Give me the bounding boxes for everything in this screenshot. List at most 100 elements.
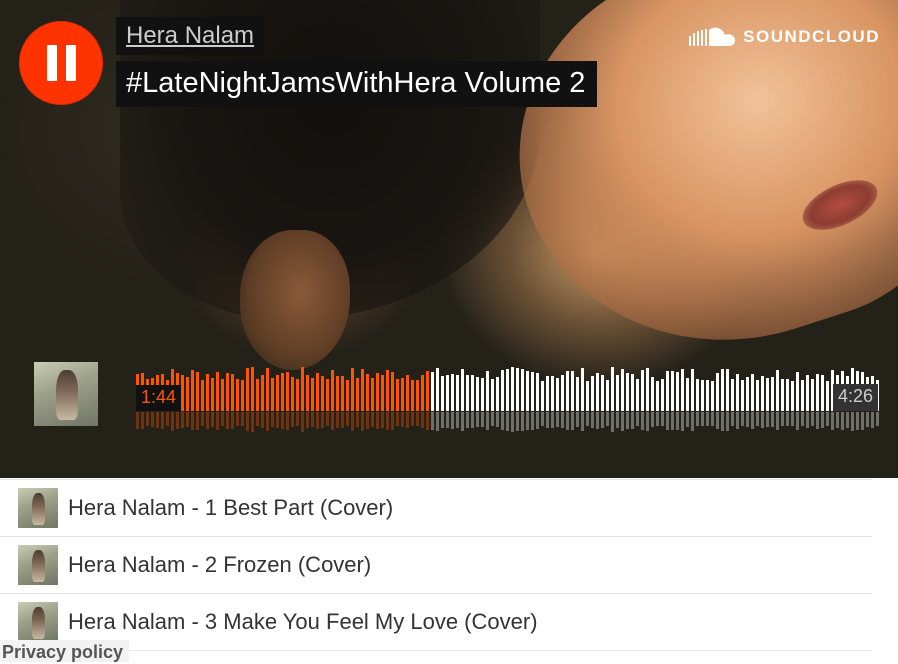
waveform-bar-reflection: [371, 412, 374, 427]
waveform-bar: [801, 380, 804, 411]
waveform-bar-reflection: [326, 412, 329, 426]
waveform-bar-reflection: [761, 412, 764, 428]
waveform-bar: [706, 380, 709, 411]
waveform-bar-reflection: [706, 412, 709, 426]
waveform-bar-reflection: [666, 412, 669, 430]
waveform-bar-reflection: [826, 412, 829, 426]
track-label: Hera Nalam - 2 Frozen (Cover): [68, 552, 372, 577]
waveform-bar-reflection: [181, 412, 184, 428]
waveform-bar-reflection: [231, 412, 234, 429]
waveform-bar: [446, 375, 449, 411]
waveform-bar-reflection: [431, 412, 434, 430]
waveform-bar: [496, 377, 499, 411]
waveform-bar: [356, 378, 359, 411]
waveform-bar: [401, 378, 404, 411]
waveform-bar-reflection: [731, 412, 734, 426]
waveform-bar: [826, 381, 829, 411]
waveform-bar-reflection: [246, 412, 249, 431]
waveform-bar: [196, 372, 199, 411]
track-list-item-1[interactable]: Hera Nalam - 1 Best Part (Cover): [0, 480, 872, 537]
pause-icon: [46, 45, 76, 81]
waveform-bar: [306, 375, 309, 411]
waveform-bar: [426, 371, 429, 411]
waveform-bar-reflection: [191, 412, 194, 430]
waveform-bar-reflection: [311, 412, 314, 427]
waveform-bar-reflection: [486, 412, 489, 430]
waveform-bar: [181, 375, 184, 411]
waveform-bar-reflection: [776, 412, 779, 430]
waveform-bar-reflection: [391, 412, 394, 430]
waveform-bar-reflection: [846, 412, 849, 428]
waveform-bar: [716, 373, 719, 411]
waveform-bar: [611, 367, 614, 411]
waveform-bar: [321, 376, 324, 411]
soundcloud-logo[interactable]: SOUNDCLOUD: [689, 27, 880, 47]
waveform-bar-reflection: [286, 412, 289, 430]
track-label: Hera Nalam - 3 Make You Feel My Love (Co…: [68, 609, 538, 634]
waveform-bar: [676, 372, 679, 411]
track-title[interactable]: #LateNightJamsWithHera Volume 2: [116, 61, 598, 107]
waveform-bar-reflection: [211, 412, 214, 427]
waveform-bar: [381, 375, 384, 411]
waveform-bar-reflection: [596, 412, 599, 429]
waveform-bar: [521, 369, 524, 411]
waveform-bar: [276, 375, 279, 411]
waveform-bar: [821, 375, 824, 411]
waveform-bar-reflection: [421, 412, 424, 428]
waveform-bar-reflection: [836, 412, 839, 428]
waveform-bar: [696, 379, 699, 411]
waveform-bar-reflection: [461, 412, 464, 431]
waveform-bar: [251, 367, 254, 411]
waveform-bar: [751, 374, 754, 411]
waveform-bar-reflection: [186, 412, 189, 427]
waveform-bar-reflection: [691, 412, 694, 431]
privacy-policy-link[interactable]: Privacy policy: [0, 640, 130, 662]
waveform-bar: [476, 377, 479, 411]
waveform-bar: [211, 378, 214, 411]
waveform-bar-reflection: [841, 412, 844, 430]
waveform-bar-reflection: [621, 412, 624, 431]
waveform-bar-reflection: [656, 412, 659, 426]
waveform-bar-reflection: [676, 412, 679, 430]
waveform-bar-reflection: [306, 412, 309, 428]
waveform-bar: [266, 368, 269, 411]
waveform-bar-reflection: [471, 412, 474, 428]
waveform-bar-reflection: [341, 412, 344, 428]
waveform-bar-reflection: [456, 412, 459, 428]
waveform-bar-reflection: [556, 412, 559, 427]
waveform-bar-reflection: [141, 412, 144, 429]
waveform-bar-reflection: [346, 412, 349, 426]
waveform-bar-reflection: [756, 412, 759, 426]
pause-button[interactable]: [19, 21, 103, 105]
track-list-item-3[interactable]: Hera Nalam - 3 Make You Feel My Love (Co…: [0, 594, 872, 651]
waveform-bar-reflection: [696, 412, 699, 426]
waveform-bar-reflection: [641, 412, 644, 430]
waveform-bar: [641, 370, 644, 411]
waveform-bar: [186, 377, 189, 411]
waveform-bar: [541, 381, 544, 411]
artist-name-link[interactable]: Hera Nalam: [116, 17, 265, 55]
waveform-bar-reflection: [201, 412, 204, 426]
waveform-bar: [631, 374, 634, 411]
soundcloud-cloud-icon: [689, 27, 736, 46]
waveform-bar: [666, 371, 669, 411]
waveform-bar-reflection: [631, 412, 634, 429]
waveform-bar-reflection: [151, 412, 154, 427]
waveform-bar: [511, 367, 514, 411]
waveform-bar-reflection: [321, 412, 324, 428]
waveform-bar: [781, 379, 784, 411]
waveform-bar-reflection: [636, 412, 639, 426]
waveform-bar: [296, 379, 299, 411]
waveform-bar-reflection: [316, 412, 319, 429]
waveform-bar-reflection: [196, 412, 199, 430]
total-duration: 4:26: [833, 384, 879, 411]
waveform-bar-reflection: [781, 412, 784, 426]
waveform-bar: [226, 373, 229, 411]
waveform-bar-reflection: [816, 412, 819, 429]
waveform-seekbar[interactable]: [136, 355, 884, 435]
waveform-bar-reflection: [266, 412, 269, 431]
waveform-bar-reflection: [251, 412, 254, 432]
track-list-item-2[interactable]: Hera Nalam - 2 Frozen (Cover): [0, 537, 872, 594]
waveform-bar: [791, 381, 794, 411]
waveform-bar: [816, 374, 819, 411]
